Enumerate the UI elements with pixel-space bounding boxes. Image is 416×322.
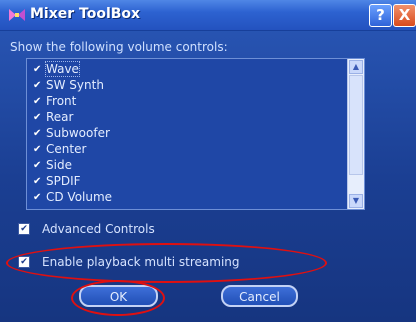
list-item-cd-volume[interactable]: ✔ CD Volume xyxy=(27,189,344,205)
check-icon[interactable]: ✔ xyxy=(33,128,42,138)
list-item-subwoofer[interactable]: ✔ Subwoofer xyxy=(27,125,344,141)
check-icon[interactable]: ✔ xyxy=(33,80,42,90)
list-item-label: Rear xyxy=(46,110,74,124)
check-icon[interactable]: ✔ xyxy=(33,160,42,170)
list-item-label: CD Volume xyxy=(46,190,113,204)
advanced-controls-label: Advanced Controls xyxy=(42,222,155,236)
list-item-side[interactable]: ✔ Side xyxy=(27,157,344,173)
close-button[interactable]: X xyxy=(393,4,416,27)
advanced-controls-checkbox[interactable]: ✔ xyxy=(18,223,30,235)
mixer-toolbox-window: Mixer ToolBox ? X Show the following vol… xyxy=(0,0,416,322)
section-label: Show the following volume controls: xyxy=(10,40,228,54)
list-item-label: SW Synth xyxy=(46,78,104,92)
scroll-thumb[interactable] xyxy=(349,75,363,175)
list-item-sw-synth[interactable]: ✔ SW Synth xyxy=(27,77,344,93)
list-item-label: Front xyxy=(46,94,77,108)
list-items: ✔ Wave ✔ SW Synth ✔ Front ✔ Rear ✔ Subwo… xyxy=(27,61,344,205)
list-item-label: Side xyxy=(46,158,72,172)
list-item-label: Subwoofer xyxy=(46,126,110,140)
list-item-label: SPDIF xyxy=(46,174,81,188)
scroll-down-icon[interactable]: ▼ xyxy=(349,194,363,208)
check-icon[interactable]: ✔ xyxy=(33,96,42,106)
list-item-rear[interactable]: ✔ Rear xyxy=(27,109,344,125)
check-icon[interactable]: ✔ xyxy=(33,64,42,74)
list-item-label: Center xyxy=(46,142,87,156)
scroll-up-icon[interactable]: ▲ xyxy=(349,60,363,74)
title-bar[interactable]: Mixer ToolBox ? X xyxy=(0,0,416,31)
list-item-center[interactable]: ✔ Center xyxy=(27,141,344,157)
help-button[interactable]: ? xyxy=(369,4,392,27)
cancel-button[interactable]: Cancel xyxy=(221,285,298,307)
mixer-app-icon xyxy=(8,7,26,23)
advanced-controls-option[interactable]: ✔ Advanced Controls xyxy=(18,222,155,236)
list-item-wave[interactable]: ✔ Wave xyxy=(27,61,344,77)
volume-controls-list[interactable]: ✔ Wave ✔ SW Synth ✔ Front ✔ Rear ✔ Subwo… xyxy=(26,58,365,210)
check-icon[interactable]: ✔ xyxy=(33,192,42,202)
list-item-front[interactable]: ✔ Front xyxy=(27,93,344,109)
check-icon[interactable]: ✔ xyxy=(33,112,42,122)
annotation-circle-streaming xyxy=(6,243,327,283)
annotation-circle-ok xyxy=(71,280,165,316)
list-item-label: Wave xyxy=(45,61,80,77)
check-icon[interactable]: ✔ xyxy=(33,176,42,186)
window-title: Mixer ToolBox xyxy=(30,6,141,22)
check-icon[interactable]: ✔ xyxy=(33,144,42,154)
list-item-spdif[interactable]: ✔ SPDIF xyxy=(27,173,344,189)
list-scrollbar[interactable]: ▲ ▼ xyxy=(347,59,364,209)
